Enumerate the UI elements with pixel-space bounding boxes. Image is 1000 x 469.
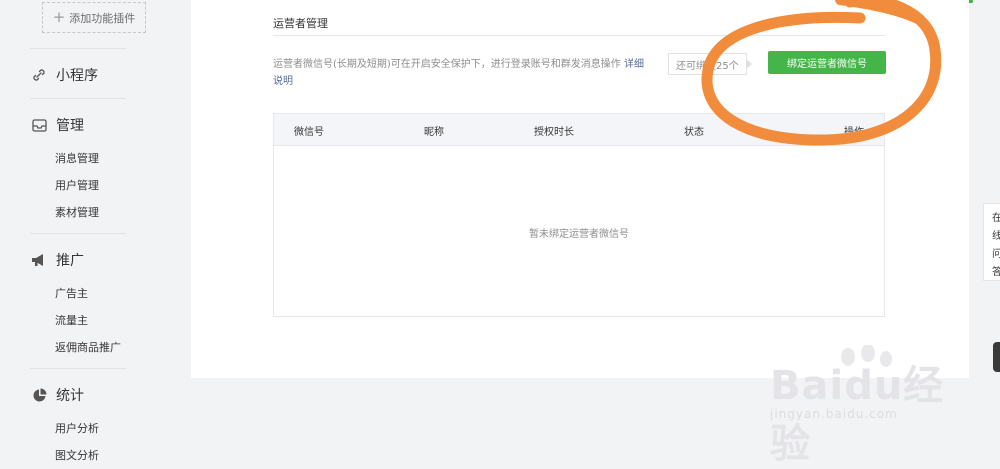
link-icon [31, 67, 47, 83]
watermark-url: jingyan.baidu.com [770, 407, 898, 421]
divider [30, 368, 126, 369]
help-tab-char: 在 [992, 213, 1000, 224]
sidebar-item-commission-promotion[interactable]: 返佣商品推广 [55, 339, 121, 355]
sidebar-group-label: 小程序 [56, 68, 98, 84]
empty-state-text: 暂未绑定运营者微信号 [529, 229, 629, 240]
description-text: 运营者微信号(长期及短期)可在开启安全保护下，进行登录账号和群发消息操作 [273, 59, 621, 70]
operator-table: 微信号 昵称 授权时长 状态 操作 暂未绑定运营者微信号 [273, 113, 885, 317]
column-header-status: 状态 [684, 127, 704, 138]
sidebar-item-traffic-owner[interactable]: 流量主 [55, 312, 88, 328]
baidu-jingyan-watermark: Baidu经验 jingyan.baidu.com [770, 344, 970, 467]
remaining-quota-badge: 还可绑定25个 [668, 53, 752, 75]
megaphone-icon [31, 252, 47, 268]
sidebar-group-label: 管理 [56, 118, 84, 134]
sidebar-item-article-analysis[interactable]: 图文分析 [55, 447, 99, 463]
sidebar-item-message-management[interactable]: 消息管理 [55, 150, 99, 166]
sidebar-group-manage[interactable]: 管理 [31, 115, 84, 135]
column-header-actions: 操作 [844, 127, 864, 138]
column-header-nickname: 昵称 [424, 127, 444, 138]
divider [30, 98, 126, 99]
sidebar-group-miniprogram[interactable]: 小程序 [31, 65, 98, 85]
bind-operator-button[interactable]: 绑定运营者微信号 [768, 51, 886, 74]
online-help-tab[interactable]: 在 线 问 答 [983, 203, 1000, 281]
sidebar: + 添加功能插件 小程序 管理 消息管理 用户管理 素材管理 推广 广告主 流量… [0, 0, 190, 462]
sidebar-item-advertiser[interactable]: 广告主 [55, 285, 88, 301]
sidebar-item-user-management[interactable]: 用户管理 [55, 177, 99, 193]
details-link-continuation[interactable]: 说明 [273, 72, 293, 87]
details-link[interactable]: 详细 [624, 59, 644, 70]
pie-chart-icon [31, 387, 47, 403]
divider [273, 35, 885, 36]
sidebar-group-label: 统计 [56, 388, 84, 404]
sidebar-item-material-management[interactable]: 素材管理 [55, 204, 99, 220]
help-tab-char: 问 [992, 249, 1000, 260]
sidebar-group-statistics[interactable]: 统计 [31, 385, 84, 405]
add-plugin-label: 添加功能插件 [69, 11, 136, 25]
add-plugin-button[interactable]: + 添加功能插件 [42, 2, 146, 33]
table-header: 微信号 昵称 授权时长 状态 操作 [274, 114, 884, 146]
operator-description: 运营者微信号(长期及短期)可在开启安全保护下，进行登录账号和群发消息操作 详细 [273, 57, 673, 72]
sidebar-group-promotion[interactable]: 推广 [31, 250, 84, 270]
page-title: 运营者管理 [273, 17, 328, 30]
column-header-auth-duration: 授权时长 [534, 127, 574, 138]
divider [30, 233, 126, 234]
sidebar-group-label: 推广 [56, 253, 84, 269]
sidebar-item-user-analysis[interactable]: 用户分析 [55, 420, 99, 436]
plus-icon: + [52, 8, 66, 26]
help-tab-char: 线 [992, 231, 1000, 242]
side-handle[interactable] [993, 342, 1000, 372]
inbox-icon [31, 117, 47, 133]
help-tab-char: 答 [992, 267, 1000, 278]
column-header-wechat-id: 微信号 [294, 127, 324, 138]
divider [30, 48, 126, 49]
